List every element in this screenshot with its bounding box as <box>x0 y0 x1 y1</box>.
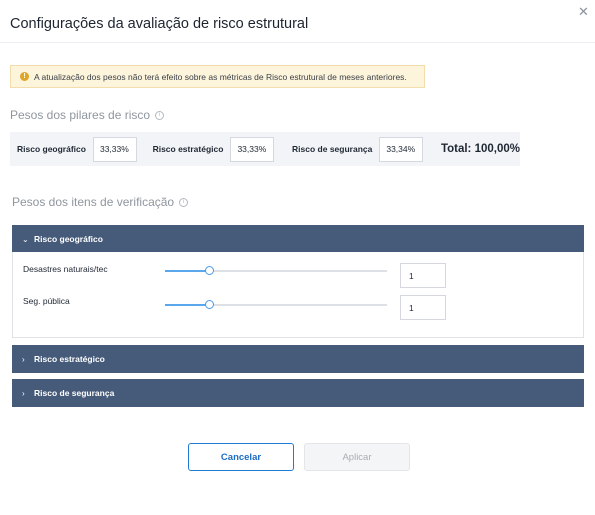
weight-input-disasters[interactable]: 1 <box>400 263 446 288</box>
item-label-disasters: Desastres naturais/tec <box>23 264 108 274</box>
checks-section-title: Pesos dos itens de verificação i <box>12 195 189 209</box>
slider-public-safety[interactable] <box>165 300 387 309</box>
chevron-down-icon: ⌄ <box>22 234 29 244</box>
info-icon[interactable]: i <box>155 110 165 120</box>
pillar-input-security[interactable]: 33,34% <box>379 136 423 162</box>
accordion-body-geographic: Desastres naturais/tec 1 Seg. pública 1 <box>12 252 584 338</box>
weight-input-public-safety[interactable]: 1 <box>400 295 446 320</box>
slider-fill <box>165 270 210 272</box>
accordion-header-security[interactable]: › Risco de segurança <box>12 379 584 407</box>
header-divider <box>0 42 595 43</box>
close-icon[interactable]: ✕ <box>578 5 589 18</box>
alert-text: A atualização dos pesos não terá efeito … <box>34 71 407 82</box>
pillars-section-title: Pesos dos pilares de risco i <box>10 108 165 122</box>
chevron-right-icon: › <box>22 388 25 398</box>
pillars-title-text: Pesos dos pilares de risco <box>10 108 151 122</box>
risk-settings-dialog: Configurações da avaliação de risco estr… <box>0 0 595 515</box>
accordion-title-security: Risco de segurança <box>34 388 115 398</box>
slider-disasters[interactable] <box>165 266 387 275</box>
warning-icon: ! <box>20 72 29 81</box>
pillar-label-geographic: Risco geográfico <box>17 144 86 154</box>
accordion-title-geographic: Risco geográfico <box>34 234 103 244</box>
item-label-public-safety: Seg. pública <box>23 296 70 306</box>
pillar-input-geographic[interactable]: 33,33% <box>92 136 137 162</box>
accordion-header-geographic[interactable]: ⌄ Risco geográfico <box>12 225 584 253</box>
slider-fill <box>165 304 210 306</box>
pillar-label-security: Risco de segurança <box>292 144 373 154</box>
info-icon[interactable]: i <box>179 197 189 207</box>
accordion-header-strategic[interactable]: › Risco estratégico <box>12 345 584 373</box>
pillar-label-strategic: Risco estratégico <box>152 144 224 154</box>
chevron-right-icon: › <box>22 354 25 364</box>
pillar-input-strategic[interactable]: 33,33% <box>230 136 275 162</box>
pillar-weights-bar: Risco geográfico 33,33% Risco estratégic… <box>10 132 520 166</box>
apply-button: Aplicar <box>304 443 410 471</box>
accordion-title-strategic: Risco estratégico <box>34 354 105 364</box>
slider-thumb[interactable] <box>204 266 214 275</box>
cancel-button[interactable]: Cancelar <box>188 443 294 471</box>
pillars-total: Total: 100,00% <box>440 143 520 155</box>
dialog-title: Configurações da avaliação de risco estr… <box>10 16 309 32</box>
checks-title-text: Pesos dos itens de verificação <box>12 195 175 209</box>
warning-alert: ! A atualização dos pesos não terá efeit… <box>10 65 425 88</box>
slider-thumb[interactable] <box>204 300 214 309</box>
